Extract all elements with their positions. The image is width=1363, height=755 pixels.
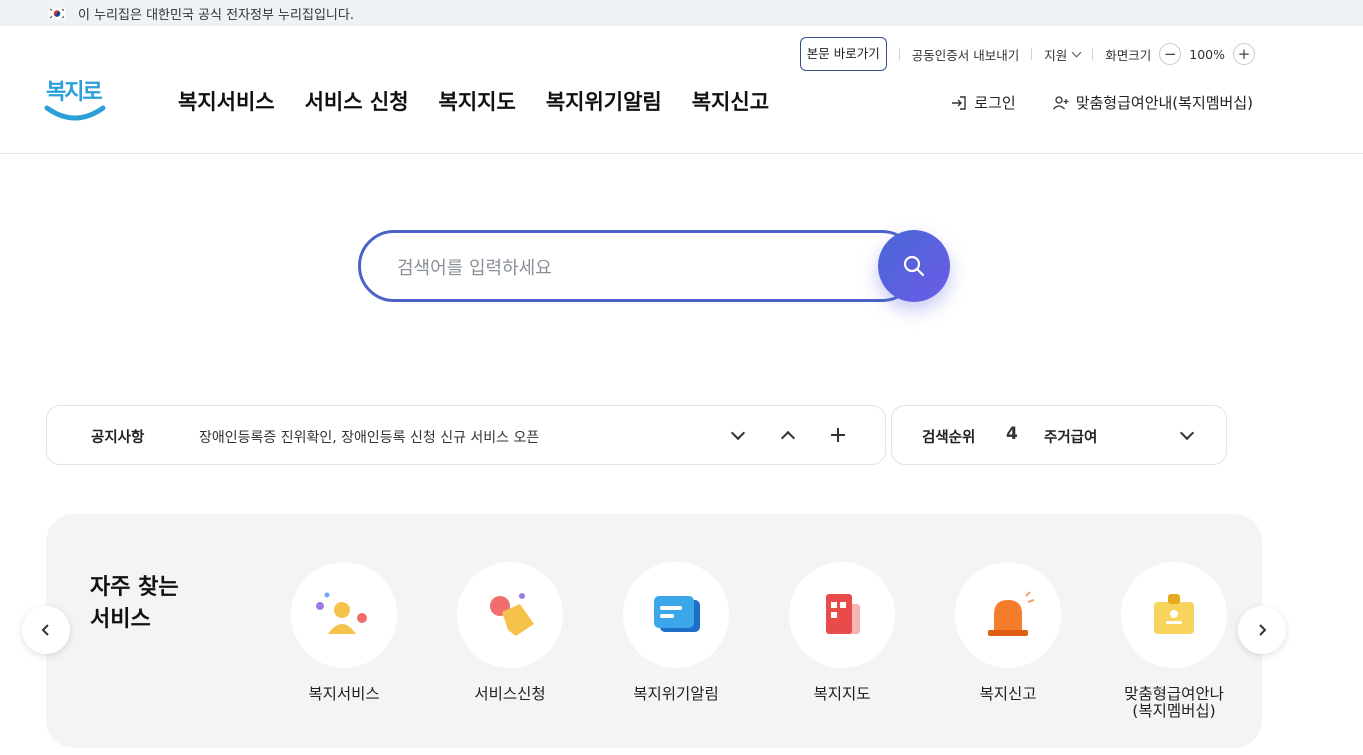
map-building-icon xyxy=(826,594,860,634)
utility-bar: 본문 바로가기 공동인증서 내보내기 지원 화면크기 − 100% + xyxy=(799,36,1263,72)
service-label-line: (복지멤버십) xyxy=(1132,702,1216,720)
service-label: 서비스신청 xyxy=(474,685,546,703)
membership-label: 맞춤형급여안내(복지멤버십) xyxy=(1075,94,1253,112)
nav-service-apply[interactable]: 서비스 신청 xyxy=(305,86,409,116)
id-card-icon xyxy=(1154,594,1194,634)
service-card-membership[interactable]: 맞춤형급여안나 (복지멤버십) xyxy=(1104,562,1244,720)
service-card-service-apply[interactable]: 서비스신청 xyxy=(440,562,580,703)
nav-welfare-report[interactable]: 복지신고 xyxy=(692,86,769,116)
user-add-icon xyxy=(1052,95,1069,109)
main-nav: 복지서비스 서비스 신청 복지지도 복지위기알림 복지신고 xyxy=(178,86,769,116)
search-button[interactable] xyxy=(878,230,950,302)
search-area xyxy=(358,230,950,302)
login-link[interactable]: 로그인 xyxy=(950,92,1016,113)
frequent-services-panel: 자주 찾는 서비스 복지서비스 서비스신청 복지위기알림 복지지도 복지신고 맞… xyxy=(46,514,1262,748)
site-logo[interactable]: 복지로 xyxy=(44,74,106,126)
chevron-down-icon xyxy=(1179,425,1195,440)
service-icon-circle xyxy=(623,562,729,668)
carousel-prev-button[interactable] xyxy=(22,606,70,654)
service-label: 복지서비스 xyxy=(308,685,380,703)
zoom-label: 화면크기 xyxy=(1105,47,1152,63)
search-rank-number: 4 xyxy=(1006,424,1018,444)
service-label: 복지신고 xyxy=(979,685,1037,703)
logo-smile-icon xyxy=(44,105,106,121)
membership-link[interactable]: 맞춤형급여안내(복지멤버십) xyxy=(1052,92,1253,113)
frequent-services-title: 자주 찾는 서비스 xyxy=(90,572,179,636)
support-dropdown[interactable]: 지원 xyxy=(1044,45,1082,64)
service-icon-circle xyxy=(457,562,563,668)
gov-banner: 이 누리집은 대한민국 공식 전자정부 누리집입니다. xyxy=(0,0,1363,26)
nav-welfare-crisis-alert[interactable]: 복지위기알림 xyxy=(546,86,662,116)
title-line: 서비스 xyxy=(90,607,151,632)
notice-bar: 공지사항 장애인등록증 진위확인, 장애인등록 신청 신규 서비스 오픈 xyxy=(46,405,886,465)
service-card-welfare-service[interactable]: 복지서비스 xyxy=(274,562,414,703)
service-card-welfare-report[interactable]: 복지신고 xyxy=(938,562,1078,703)
carousel-next-button[interactable] xyxy=(1238,606,1286,654)
chevron-right-icon xyxy=(1259,624,1267,636)
cert-export-link[interactable]: 공동인증서 내보내기 xyxy=(912,45,1019,64)
siren-icon xyxy=(988,591,1035,636)
search-input[interactable] xyxy=(397,253,857,283)
user-links: 로그인 맞춤형급여안내(복지멤버십) xyxy=(950,92,1253,113)
korea-flag-icon xyxy=(48,6,66,20)
service-card-welfare-map[interactable]: 복지지도 xyxy=(772,562,912,703)
search-rank-expand-button[interactable] xyxy=(1174,422,1200,448)
search-rank-term[interactable]: 주거급여 xyxy=(1044,426,1097,447)
search-rank-label: 검색순위 xyxy=(922,430,976,446)
notice-more-button[interactable] xyxy=(825,422,851,448)
zoom-in-button[interactable]: + xyxy=(1233,43,1255,65)
gov-banner-text: 이 누리집은 대한민국 공식 전자정부 누리집입니다. xyxy=(78,7,354,23)
title-line: 자주 찾는 xyxy=(90,575,179,600)
divider xyxy=(1031,48,1033,60)
notice-label: 공지사항 xyxy=(91,430,145,446)
service-label-line: 맞춤형급여안나 xyxy=(1124,685,1224,703)
hand-tap-icon xyxy=(490,593,534,636)
service-label: 복지위기알림 xyxy=(633,685,719,703)
service-icon-circle xyxy=(955,562,1061,668)
divider xyxy=(1092,48,1094,60)
search-icon xyxy=(903,255,925,277)
notice-prev-button[interactable] xyxy=(775,422,801,448)
zoom-value: 100% xyxy=(1189,46,1225,62)
service-icon-circle xyxy=(789,562,895,668)
login-icon xyxy=(952,95,966,110)
notice-next-button[interactable] xyxy=(725,422,751,448)
notice-text[interactable]: 장애인등록증 진위확인, 장애인등록 신청 신규 서비스 오픈 xyxy=(199,427,539,447)
divider xyxy=(898,48,900,60)
message-icon xyxy=(654,596,700,632)
chevron-down-icon xyxy=(730,425,746,440)
nav-welfare-service[interactable]: 복지서비스 xyxy=(178,86,275,116)
search-rank-bar[interactable]: 검색순위 4 주거급여 xyxy=(891,405,1227,465)
person-icon xyxy=(316,592,367,634)
search-box xyxy=(358,230,918,302)
chevron-down-icon xyxy=(1071,47,1082,57)
chevron-up-icon xyxy=(780,430,796,445)
plus-icon xyxy=(831,428,845,442)
service-label: 맞춤형급여안나 (복지멤버십) xyxy=(1104,686,1244,720)
service-icon-circle xyxy=(291,562,397,668)
skip-to-content-button[interactable]: 본문 바로가기 xyxy=(799,37,887,71)
support-label: 지원 xyxy=(1044,47,1068,63)
service-card-crisis-alert[interactable]: 복지위기알림 xyxy=(606,562,746,703)
zoom-out-button[interactable]: − xyxy=(1159,43,1182,65)
chevron-left-icon xyxy=(41,624,49,636)
login-label: 로그인 xyxy=(974,94,1016,112)
nav-welfare-map[interactable]: 복지지도 xyxy=(439,86,516,116)
header-divider xyxy=(0,153,1363,154)
service-label: 복지지도 xyxy=(813,685,871,703)
service-icon-circle xyxy=(1121,562,1227,668)
